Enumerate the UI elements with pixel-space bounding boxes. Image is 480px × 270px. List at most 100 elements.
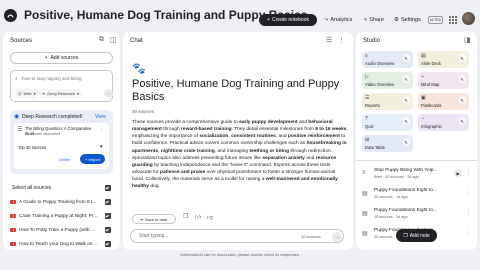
studio-tile-flashcards[interactable]: ▣ Flashcards ✎	[418, 93, 469, 110]
edit-icon[interactable]: ✎	[402, 138, 410, 146]
summary-emphasis: patience and praise	[160, 170, 206, 176]
studio-tile-label: Mind Map	[421, 82, 440, 87]
notebooklm-logo[interactable]	[4, 9, 17, 22]
add-note-button[interactable]: ❐ Add note	[396, 229, 437, 242]
source-item[interactable]: How to Teach your Dog to Walk on ...	[10, 239, 113, 249]
analytics-icon: ⤳	[324, 16, 329, 23]
studio-panel: Studio ◨ ≡ Audio Overview ✎ ▤ Slide Deck ✎ ▷ Vi…	[356, 32, 477, 250]
collapse-panel-icon[interactable]: ◫	[110, 36, 117, 44]
chevron-down-icon[interactable]: ▾	[100, 144, 103, 150]
source-search-input[interactable]	[22, 76, 112, 81]
search-icon: ⌕	[15, 76, 18, 82]
note-subtitle: 20 sources · 1d ago	[374, 215, 408, 219]
research-mode-chip[interactable]: ✦ Deep Research ▾	[39, 89, 83, 98]
more-vert-icon[interactable]: ⋮	[466, 170, 471, 176]
studio-tile-audio-overview[interactable]: ≡ Audio Overview ✎	[362, 51, 413, 68]
more-vert-icon[interactable]: ⋮	[99, 126, 104, 132]
source-checkbox[interactable]	[105, 227, 111, 233]
deep-research-status: Deep Research completed!	[22, 114, 83, 120]
studio-tile-label: Slide Deck	[421, 61, 442, 66]
studio-tile-reports[interactable]: ☰ Reports ✎	[362, 93, 413, 110]
tune-icon[interactable]: ☰	[326, 36, 332, 44]
note-subtitle: Brief · 20 sources · 1d ago	[374, 175, 419, 179]
summary-emphasis: consistent routines	[231, 134, 276, 140]
delete-button[interactable]: Delete	[59, 157, 71, 162]
research-chip-label: Deep Research	[47, 91, 76, 96]
web-filter-chip[interactable]: ◎ Web ▾	[15, 89, 39, 98]
studio-tile-infographic[interactable]: ◔ Infographic ✎	[418, 114, 469, 131]
summary-emphasis: 8 to 16 weeks	[315, 127, 347, 133]
waveform-icon: ≡	[365, 53, 368, 59]
studio-tile-slide-deck[interactable]: ▤ Slide Deck ✎	[418, 51, 469, 68]
check-circle-icon: ◉	[14, 114, 20, 120]
research-icon: ✦	[42, 91, 46, 96]
studio-tile-data-table[interactable]: ⊞ Data Table ✎	[362, 135, 413, 152]
report-icon: ☰	[365, 95, 370, 101]
import-button[interactable]: + Import	[80, 154, 105, 164]
source-checkbox[interactable]	[105, 241, 111, 247]
analytics-label: Analytics	[330, 17, 353, 23]
more-vert-icon[interactable]: ⋮	[338, 36, 345, 44]
studio-tile-video-overview[interactable]: ▷ Video Overview ✎	[362, 72, 413, 89]
view-research-link[interactable]: View	[95, 114, 106, 120]
more-vert-icon[interactable]: ⋮	[466, 190, 471, 196]
source-item-label: A Guide to Puppy Training from 8 t...	[19, 199, 97, 205]
add-sources-button[interactable]: + Add sources	[10, 52, 113, 64]
studio-note[interactable]: ▤ Puppy Foundations Eight to... 20 sources…	[362, 207, 474, 224]
studio-tile-quiz[interactable]: ? Quiz ✎	[362, 114, 413, 131]
slides-note-icon: ▤	[362, 231, 368, 237]
edit-icon[interactable]: ✎	[402, 96, 410, 104]
avatar[interactable]	[462, 12, 475, 25]
note-title: Puppy Foundations Eight to...	[374, 208, 437, 213]
footer-disclaimer: NotebookLM can be inaccurate; please dou…	[180, 252, 300, 257]
chat-panel: Chat ☰ ⋮ 🐾 Positive, Humane Dog Training…	[123, 32, 353, 250]
studio-note[interactable]: ≡ Stop Puppy Biting With Yelp... Brief · 2…	[362, 167, 474, 184]
studio-tile-label: Quiz	[365, 124, 374, 129]
edit-icon[interactable]: ✎	[402, 117, 410, 125]
summary-text: These sources provide a comprehensive gu…	[132, 120, 240, 125]
source-item[interactable]: Crate Training a Puppy at Night: Pr...	[10, 211, 113, 221]
settings-button[interactable]: ⚙ Settings	[394, 14, 421, 26]
source-item[interactable]: How To Potty Train a Puppy (with ...	[10, 225, 113, 235]
more-vert-icon[interactable]: ⋮	[466, 230, 471, 236]
summary-emphasis: early puppy development	[239, 120, 298, 125]
studio-tile-mind-map[interactable]: ⑂ Mind Map ✎	[418, 72, 469, 89]
summary-emphasis: teething or biting	[249, 148, 289, 154]
note-title: Stop Puppy Biting With Yelp...	[374, 168, 438, 173]
thumbs-up-icon[interactable]: 👍︎	[195, 213, 201, 221]
apps-grid-icon[interactable]	[449, 16, 457, 24]
edit-icon[interactable]: ✎	[458, 96, 466, 104]
flashcards-icon: ▣	[421, 95, 426, 101]
save-to-note-button[interactable]: ⌖ Save to note	[132, 214, 176, 224]
analytics-button[interactable]: ⤳ Analytics	[324, 14, 352, 26]
source-checkbox[interactable]	[105, 199, 111, 205]
chevron-down-icon: ▾	[77, 91, 80, 96]
video-icon: ▷	[365, 74, 369, 80]
edit-icon[interactable]: ✎	[402, 54, 410, 62]
more-vert-icon[interactable]: ⋮	[466, 210, 471, 216]
edit-icon[interactable]: ✎	[458, 117, 466, 125]
new-window-icon[interactable]: ⧉	[99, 36, 104, 44]
select-all-checkbox[interactable]	[105, 185, 111, 191]
edit-icon[interactable]: ✎	[458, 54, 466, 62]
collapse-panel-icon[interactable]: ◨	[464, 36, 471, 44]
play-icon[interactable]: ▶	[454, 169, 462, 177]
sources-title: Sources	[10, 38, 33, 44]
input-source-count: 20 sources	[301, 234, 321, 239]
send-button[interactable]: →	[332, 232, 342, 242]
studio-title: Studio	[363, 38, 381, 44]
studio-note[interactable]: ▤ Puppy Foundations Eight to... 20 sources…	[362, 187, 474, 204]
source-item[interactable]: A Guide to Puppy Training from 8 t...	[10, 197, 113, 207]
share-icon: <	[364, 17, 368, 23]
copy-icon[interactable]: ❐	[183, 213, 188, 220]
edit-icon[interactable]: ✎	[458, 75, 466, 83]
source-item-label: Crate Training a Puppy at Night: Pr...	[19, 213, 98, 219]
source-checkbox[interactable]	[105, 213, 111, 219]
create-notebook-button[interactable]: + Create notebook	[259, 14, 317, 26]
chat-input[interactable]	[139, 233, 289, 239]
search-submit-button[interactable]: →	[104, 89, 113, 98]
share-button[interactable]: < Share	[364, 14, 384, 26]
source-item-label: How To Potty Train a Puppy (with ...	[19, 227, 95, 233]
thumbs-down-icon[interactable]: 👎︎	[207, 213, 213, 221]
edit-icon[interactable]: ✎	[402, 75, 410, 83]
